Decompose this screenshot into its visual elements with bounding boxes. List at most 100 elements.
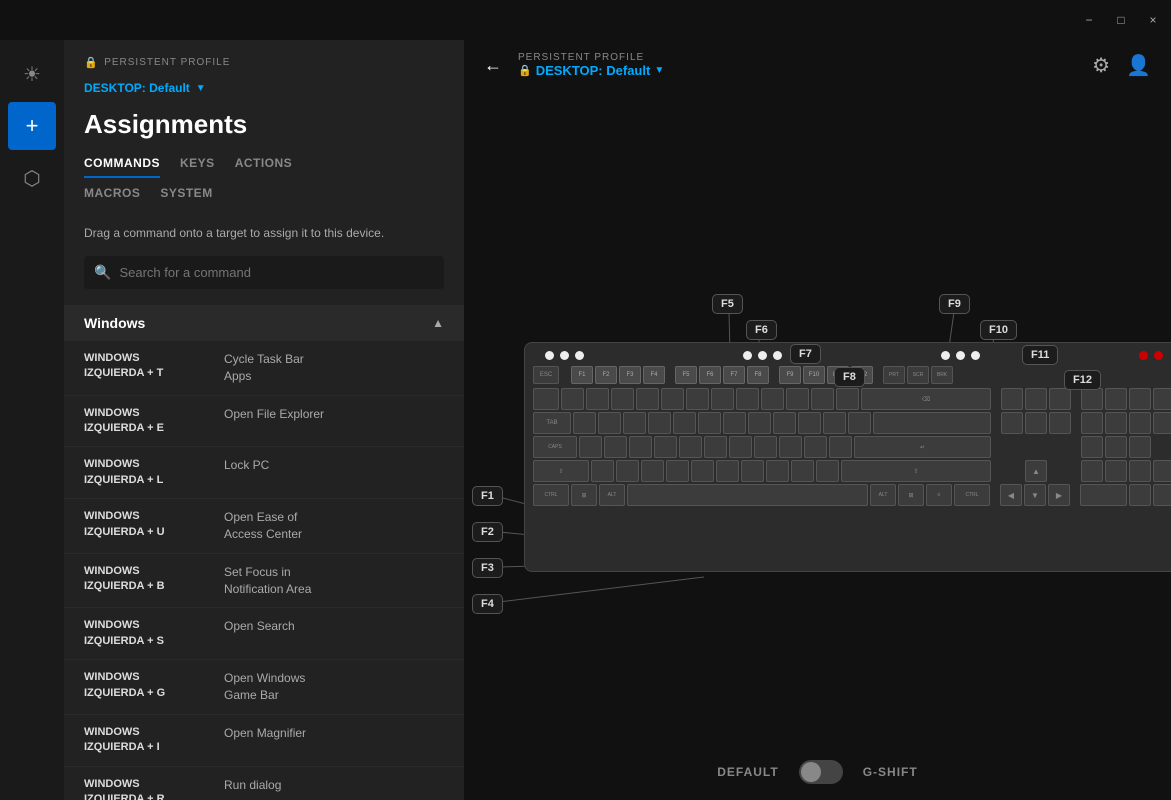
key-space[interactable]	[627, 484, 868, 506]
key-f3[interactable]: F3	[619, 366, 641, 384]
sidebar-item-assignments[interactable]: +	[8, 102, 56, 150]
key-7[interactable]	[711, 388, 734, 410]
key-f7[interactable]: F7	[723, 366, 745, 384]
key-pgup[interactable]	[1049, 388, 1071, 410]
key-8[interactable]	[736, 388, 759, 410]
key-o[interactable]	[773, 412, 796, 434]
key-h[interactable]	[704, 436, 727, 458]
tab-keys[interactable]: KEYS	[180, 156, 215, 178]
key-num7[interactable]	[1081, 412, 1103, 434]
key-j[interactable]	[729, 436, 752, 458]
key-caps[interactable]: CAPS	[533, 436, 577, 458]
fkey-f6-label[interactable]: F6	[746, 320, 777, 340]
key-lctrl[interactable]: CTRL	[533, 484, 569, 506]
key-num4[interactable]	[1081, 436, 1103, 458]
user-icon[interactable]: 👤	[1126, 53, 1151, 78]
key-l[interactable]	[779, 436, 802, 458]
key-prtsc[interactable]: PRT	[883, 366, 905, 384]
key-semicol[interactable]	[804, 436, 827, 458]
profile-name[interactable]: DESKTOP: Default	[84, 81, 190, 95]
key-num-enter[interactable]	[1153, 460, 1171, 482]
key-9[interactable]	[761, 388, 784, 410]
key-n[interactable]	[716, 460, 739, 482]
key-minus[interactable]	[811, 388, 834, 410]
command-item[interactable]: WINDOWSIZQUIERDA + E Open File Explorer	[64, 396, 464, 448]
key-2[interactable]	[586, 388, 609, 410]
key-g[interactable]	[679, 436, 702, 458]
fkey-f11-label[interactable]: F11	[1022, 345, 1058, 365]
key-f8[interactable]: F8	[747, 366, 769, 384]
key-b[interactable]	[691, 460, 714, 482]
key-home[interactable]	[1025, 388, 1047, 410]
tab-system[interactable]: SYSTEM	[160, 186, 212, 208]
key-backspace[interactable]: ⌫	[861, 388, 991, 410]
key-lbracket[interactable]	[823, 412, 846, 434]
search-input[interactable]	[119, 265, 434, 280]
key-f[interactable]	[654, 436, 677, 458]
key-4[interactable]	[636, 388, 659, 410]
key-num3[interactable]	[1129, 460, 1151, 482]
profile-name-2[interactable]: DESKTOP: Default	[536, 63, 651, 78]
key-num9[interactable]	[1129, 412, 1151, 434]
key-lshift[interactable]: ⇧	[533, 460, 589, 482]
key-tab[interactable]: TAB	[533, 412, 571, 434]
key-m[interactable]	[741, 460, 764, 482]
key-rwin[interactable]: ⊞	[898, 484, 924, 506]
command-item[interactable]: WINDOWSIZQUIERDA + S Open Search	[64, 608, 464, 660]
key-d[interactable]	[629, 436, 652, 458]
key-0[interactable]	[786, 388, 809, 410]
key-enter[interactable]: ↵	[854, 436, 991, 458]
sidebar-item-sun[interactable]: ☀	[8, 50, 56, 98]
key-num-sub[interactable]	[1153, 388, 1171, 410]
key-backslash[interactable]	[873, 412, 991, 434]
fkey-f2-label[interactable]: F2	[472, 522, 503, 542]
key-v[interactable]	[666, 460, 689, 482]
fkey-f7-label[interactable]: F7	[790, 344, 821, 364]
fkey-f1-label[interactable]: F1	[472, 486, 503, 506]
key-p[interactable]	[798, 412, 821, 434]
key-slash[interactable]	[816, 460, 839, 482]
key-menu[interactable]: ≡	[926, 484, 952, 506]
fkey-f3-label[interactable]: F3	[472, 558, 503, 578]
key-num-mul[interactable]	[1129, 388, 1151, 410]
key-z[interactable]	[591, 460, 614, 482]
key-equals[interactable]	[836, 388, 859, 410]
key-period[interactable]	[791, 460, 814, 482]
key-num1[interactable]	[1081, 460, 1103, 482]
command-item[interactable]: WINDOWSIZQUIERDA + R Run dialog	[64, 767, 464, 800]
key-u[interactable]	[723, 412, 746, 434]
minimize-button[interactable]: −	[1081, 12, 1097, 28]
key-f1[interactable]: F1	[571, 366, 593, 384]
key-right[interactable]: ▶	[1048, 484, 1070, 506]
gear-icon[interactable]: ⚙	[1092, 53, 1110, 78]
back-button[interactable]: ←	[484, 55, 502, 76]
key-x[interactable]	[616, 460, 639, 482]
command-item[interactable]: WINDOWSIZQUIERDA + G Open WindowsGame Ba…	[64, 660, 464, 715]
command-item[interactable]: WINDOWSIZQUIERDA + L Lock PC	[64, 447, 464, 499]
key-r[interactable]	[648, 412, 671, 434]
key-s[interactable]	[604, 436, 627, 458]
maximize-button[interactable]: □	[1113, 12, 1129, 28]
key-e[interactable]	[623, 412, 646, 434]
key-quote[interactable]	[829, 436, 852, 458]
sidebar-item-layers[interactable]: ⬡	[8, 154, 56, 202]
key-ins[interactable]	[1001, 388, 1023, 410]
key-num-add[interactable]	[1153, 412, 1171, 434]
mode-toggle[interactable]	[799, 760, 843, 784]
key-k[interactable]	[754, 436, 777, 458]
key-num8[interactable]	[1105, 412, 1127, 434]
key-pgdn[interactable]	[1049, 412, 1071, 434]
key-num2[interactable]	[1105, 460, 1127, 482]
key-num-div[interactable]	[1105, 388, 1127, 410]
key-f4[interactable]: F4	[643, 366, 665, 384]
key-1[interactable]	[561, 388, 584, 410]
key-pause[interactable]: BRK	[931, 366, 953, 384]
key-5[interactable]	[661, 388, 684, 410]
key-f9[interactable]: F9	[779, 366, 801, 384]
fkey-f12-label[interactable]: F12	[1064, 370, 1101, 390]
key-rbracket[interactable]	[848, 412, 871, 434]
key-f5[interactable]: F5	[675, 366, 697, 384]
fkey-f8-label[interactable]: F8	[834, 367, 865, 387]
key-y[interactable]	[698, 412, 721, 434]
fkey-f5-label[interactable]: F5	[712, 294, 743, 314]
